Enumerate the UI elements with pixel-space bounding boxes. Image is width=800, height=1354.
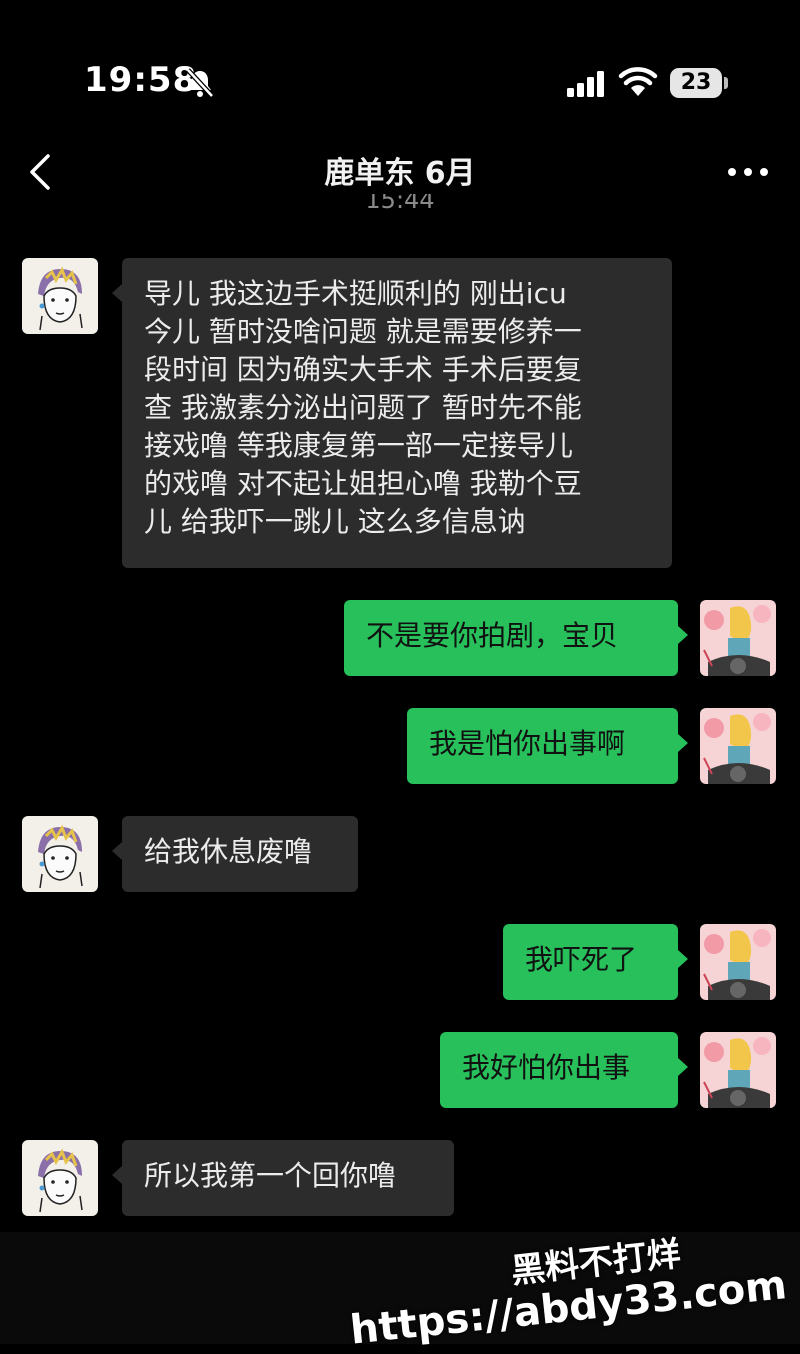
user-avatar[interactable] [700,1032,776,1108]
status-bar: 19:58 23 [0,0,800,130]
incoming-message-bubble[interactable]: 所以我第一个回你噜 [112,1140,454,1216]
user-avatar[interactable] [700,924,776,1000]
incoming-message-bubble[interactable]: 导儿 我这边手术挺顺利的 刚出icu 今儿 暂时没啥问题 就是需要修养一 段时间… [112,258,672,568]
chat-title: 鹿单东 6月 [324,156,476,191]
status-time: 19:58 [84,60,198,100]
outgoing-message-bubble[interactable]: 我好怕你出事 [440,1032,688,1108]
outgoing-message-bubble[interactable]: 我是怕你出事啊 [407,708,688,784]
contact-avatar[interactable] [22,1140,98,1216]
contact-avatar[interactable] [22,258,98,334]
incoming-message-bubble[interactable]: 给我休息废噜 [112,816,358,892]
user-avatar[interactable] [700,708,776,784]
user-avatar[interactable] [700,600,776,676]
signal-icon [567,71,604,97]
wifi-icon [618,67,658,96]
bell-slash-icon [186,68,214,98]
battery-tip [724,77,728,89]
contact-avatar[interactable] [22,816,98,892]
battery-indicator: 23 [670,68,722,98]
message-timestamp: 15:44 [365,194,435,214]
outgoing-message-bubble[interactable]: 不是要你拍剧，宝贝 [344,600,688,676]
outgoing-message-bubble[interactable]: 我吓死了 [503,924,688,1000]
more-dots-icon[interactable] [720,152,776,192]
